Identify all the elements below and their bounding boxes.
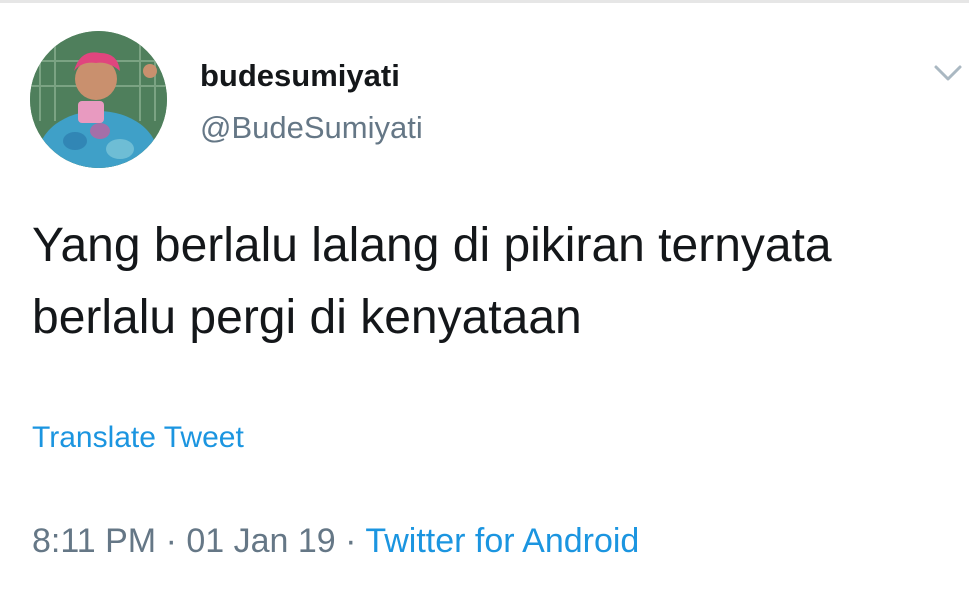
avatar-image: [30, 31, 167, 168]
tweet-text: Yang berlalu lalang di pikiran ternyata …: [32, 210, 962, 354]
display-name[interactable]: budesumiyati: [200, 58, 400, 94]
tweet-date: 01 Jan 19: [186, 522, 336, 560]
tweet-text-line: Yang berlalu lalang di pikiran ternyata: [32, 219, 832, 272]
tweet-source-link[interactable]: Twitter for Android: [365, 522, 639, 560]
avatar[interactable]: [30, 31, 167, 168]
tweet-time: 8:11 PM: [32, 522, 157, 560]
meta-separator: ·: [165, 522, 177, 560]
translate-tweet-link[interactable]: Translate Tweet: [32, 420, 244, 456]
user-handle[interactable]: @BudeSumiyati: [200, 110, 423, 146]
tweet-text-line: berlalu pergi di kenyataan: [32, 291, 582, 344]
meta-separator: ·: [345, 522, 357, 560]
top-divider: [0, 0, 969, 3]
tweet-metadata: 8:11 PM · 01 Jan 19 · Twitter for Androi…: [32, 521, 639, 561]
chevron-down-icon[interactable]: [928, 60, 968, 86]
